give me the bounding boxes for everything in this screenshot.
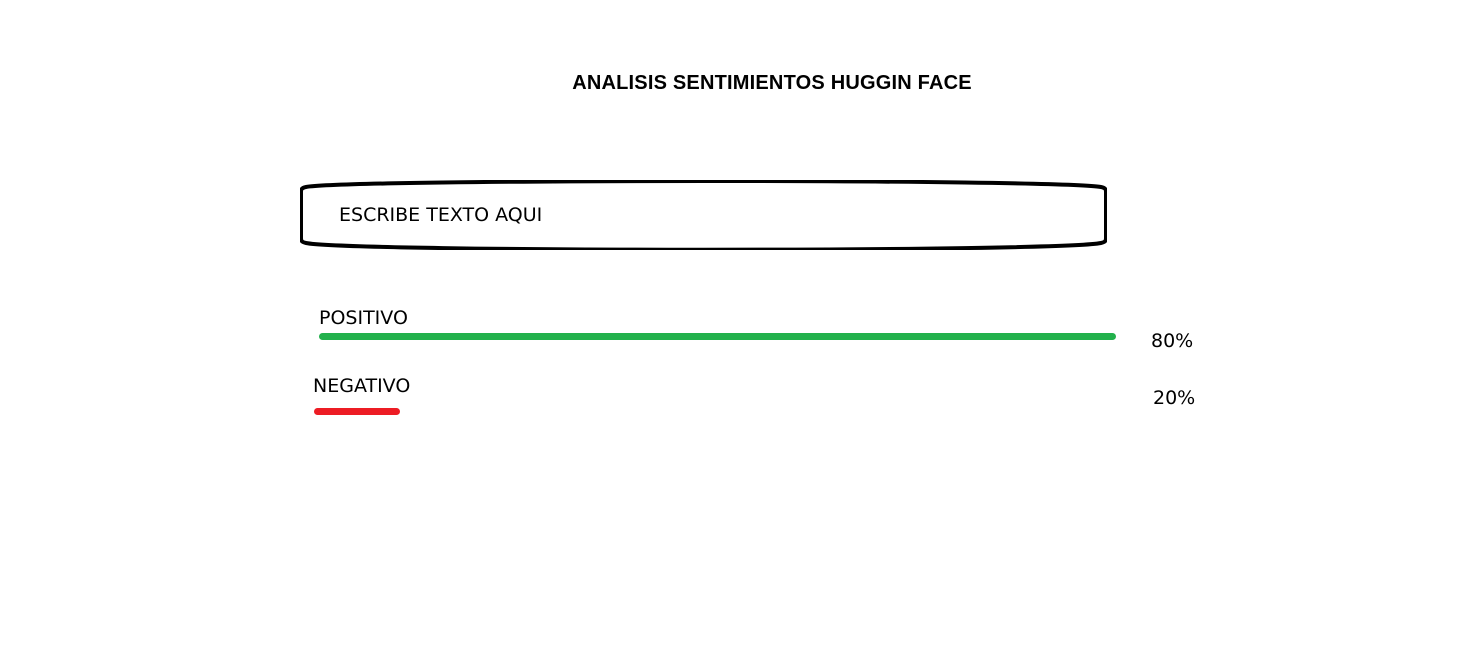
sentiment-text-input[interactable] <box>336 200 1069 230</box>
positive-label: POSITIVO <box>319 307 408 329</box>
text-input-container[interactable] <box>300 180 1107 250</box>
positive-percent: 80% <box>1151 330 1194 352</box>
page-title: ANALISIS SENTIMIENTOS HUGGIN FACE <box>572 72 972 94</box>
negative-label: NEGATIVO <box>313 375 411 397</box>
negative-percent: 20% <box>1153 387 1196 409</box>
negative-score-bar <box>314 408 400 415</box>
positive-score-bar <box>319 333 1116 340</box>
